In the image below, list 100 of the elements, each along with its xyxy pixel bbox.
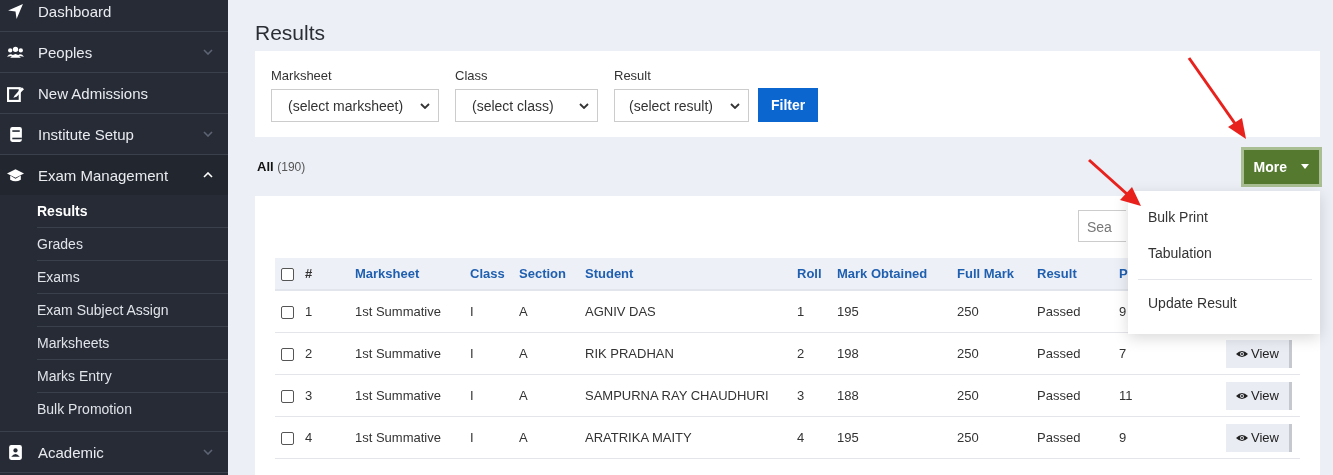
table-cell: 2 xyxy=(305,346,313,361)
table-cell: 198 xyxy=(837,346,859,361)
table-cell: AGNIV DAS xyxy=(585,304,656,319)
checkbox[interactable] xyxy=(281,390,294,404)
table-cell: A xyxy=(519,430,528,445)
checkbox[interactable] xyxy=(281,348,294,362)
submenu-item[interactable]: Grades xyxy=(37,228,228,261)
nav-label: Exam Management xyxy=(38,166,170,184)
table-cell: 250 xyxy=(957,304,979,319)
table-cell: 2 xyxy=(797,346,805,361)
chevron-icon xyxy=(420,102,430,109)
column-header[interactable]: Result xyxy=(1037,266,1077,281)
table-cell: ARATRIKA MAITY xyxy=(585,430,692,445)
select-field[interactable]: (select result) xyxy=(614,89,749,122)
search-field[interactable]: Sea xyxy=(1078,210,1126,242)
page-title: Results xyxy=(255,21,327,45)
submenu-item[interactable]: Bulk Promotion xyxy=(37,393,228,425)
table-cell: A xyxy=(519,346,528,361)
table-cell: RIK PRADHAN xyxy=(585,346,674,361)
submenu-item[interactable]: Results xyxy=(37,195,228,228)
all-tab[interactable]: All (190) xyxy=(257,159,306,174)
chevron-icon xyxy=(730,102,740,109)
select-field[interactable]: (select marksheet) xyxy=(271,89,439,122)
table-cell: 9 xyxy=(1119,430,1127,445)
chevron-icon xyxy=(579,102,589,109)
nav-item[interactable]: Dashboard xyxy=(0,0,228,32)
table-cell: 1st Summative xyxy=(355,304,441,319)
checkbox[interactable] xyxy=(281,306,294,320)
table-cell: 1 xyxy=(305,304,313,319)
nav-label: New Admissions xyxy=(38,84,150,102)
table-cell: 195 xyxy=(837,430,859,445)
table-cell: 4 xyxy=(797,430,805,445)
table-cell: 195 xyxy=(837,304,859,319)
table-cell: 4 xyxy=(305,430,313,445)
column-header[interactable]: Roll xyxy=(797,266,822,281)
table-cell: 7 xyxy=(1119,346,1127,361)
table-cell: 250 xyxy=(957,346,979,361)
table-cell: I xyxy=(470,346,474,361)
nav-label: Academic xyxy=(38,443,105,461)
table-cell: A xyxy=(519,388,528,403)
table-cell: Passed xyxy=(1037,346,1081,361)
contact-book-icon xyxy=(7,443,24,461)
table-cell: 250 xyxy=(957,388,979,403)
table-cell: 1st Summative xyxy=(355,388,441,403)
view-button[interactable]: View xyxy=(1226,381,1292,410)
column-header[interactable]: Full Mark xyxy=(957,266,1015,281)
edit-icon xyxy=(7,84,24,102)
checkbox[interactable] xyxy=(281,432,294,446)
table-cell: Passed xyxy=(1037,304,1081,319)
filter-label: Class xyxy=(455,68,489,83)
filter-label: Result xyxy=(614,68,652,83)
table-cell: I xyxy=(470,388,474,403)
table-cell: A xyxy=(519,304,528,319)
table-cell: I xyxy=(470,304,474,319)
submenu-item[interactable]: Exam Subject Assign xyxy=(37,294,228,327)
eye-icon xyxy=(1236,433,1249,442)
nav-label: Dashboard xyxy=(38,2,113,20)
view-button[interactable]: View xyxy=(1226,423,1292,452)
table-cell: 9 xyxy=(1119,304,1127,319)
filter-button[interactable]: Filter xyxy=(758,88,819,122)
table-cell: I xyxy=(470,430,474,445)
eye-icon xyxy=(1236,349,1249,358)
table-cell: 3 xyxy=(305,388,313,403)
select-field[interactable]: (select class) xyxy=(455,89,598,122)
view-button[interactable]: View xyxy=(1226,339,1292,368)
table-cell: 3 xyxy=(797,388,805,403)
table-cell: 1st Summative xyxy=(355,430,441,445)
submenu-item[interactable]: Marks Entry xyxy=(37,360,228,393)
nav-label: Peoples xyxy=(38,43,94,61)
column-header[interactable]: Class xyxy=(470,266,505,281)
book-icon xyxy=(7,125,24,143)
menu-item[interactable]: Update Result xyxy=(1128,290,1320,326)
table-cell: 11 xyxy=(1119,388,1133,403)
nav-item[interactable]: Academic xyxy=(0,432,228,473)
table-cell: 1 xyxy=(797,304,805,319)
table-cell: Passed xyxy=(1037,430,1081,445)
column-header[interactable]: Marksheet xyxy=(355,266,420,281)
annotation-arrow xyxy=(1088,158,1141,206)
filter-label: Marksheet xyxy=(271,68,333,83)
nav-item[interactable]: New Admissions xyxy=(0,73,228,114)
column-header[interactable]: # xyxy=(305,266,313,281)
menu-item[interactable]: Tabulation xyxy=(1128,240,1320,276)
menu-item[interactable]: Bulk Print xyxy=(1128,204,1320,240)
column-header[interactable]: Mark Obtained xyxy=(837,266,928,281)
table-cell: 1st Summative xyxy=(355,346,441,361)
column-header[interactable]: Section xyxy=(519,266,566,281)
navigation-icon xyxy=(7,2,24,20)
eye-icon xyxy=(1236,391,1249,400)
nav-label: Institute Setup xyxy=(38,125,135,143)
checkbox[interactable] xyxy=(281,268,294,282)
column-header[interactable]: Student xyxy=(585,266,634,281)
caret-icon xyxy=(1301,164,1309,169)
more-button[interactable]: More xyxy=(1240,146,1322,187)
table-cell: SAMPURNA RAY CHAUDHURI xyxy=(585,388,769,403)
submenu-item[interactable]: Marksheets xyxy=(37,327,228,360)
submenu-item[interactable]: Exams xyxy=(37,261,228,294)
table-cell: 188 xyxy=(837,388,859,403)
graduation-cap-icon xyxy=(7,166,24,184)
column-header[interactable]: P xyxy=(1119,266,1128,281)
nav-item[interactable]: Peoples xyxy=(0,32,228,73)
